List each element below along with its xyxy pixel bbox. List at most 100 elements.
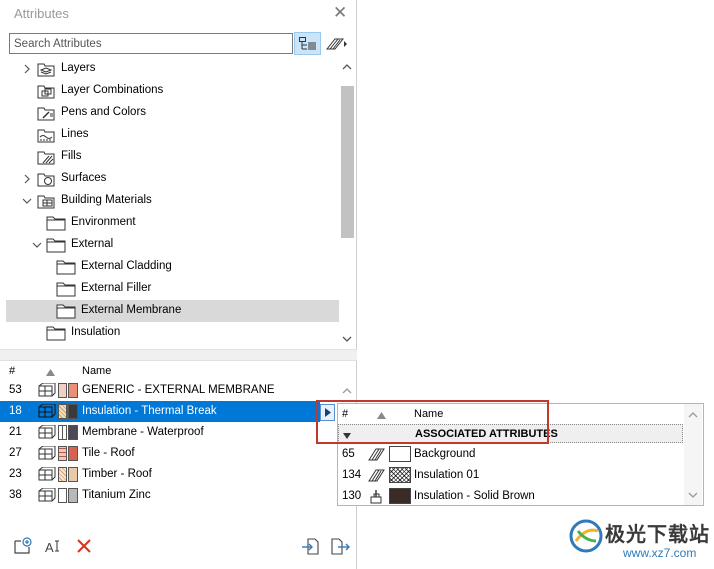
fill-pattern-icon (326, 38, 347, 49)
chevron-right-icon[interactable] (21, 168, 33, 190)
scroll-down-icon[interactable] (687, 490, 699, 502)
list-item[interactable]: 134 Insulation 01 (338, 465, 683, 486)
list-header: # Name (0, 362, 340, 380)
watermark-title: 极光下载站 (605, 522, 710, 546)
scroll-up-icon[interactable] (687, 410, 699, 422)
delete-icon (77, 539, 91, 553)
scrollbar-thumb[interactable] (341, 86, 354, 238)
import-icon (302, 538, 319, 555)
list-item[interactable]: 21 Membrane - Waterproof (0, 422, 320, 443)
fill-view-toggle-button[interactable] (324, 32, 350, 55)
list-item[interactable]: 130 Insulation - Solid Brown (338, 486, 683, 507)
title-bar: Attributes ✕ (0, 0, 357, 28)
tree-item-pens-and-colors[interactable]: Pens and Colors (6, 102, 339, 124)
tree-item-layers[interactable]: Layers (6, 58, 339, 80)
caret-right-icon (324, 408, 331, 417)
item-name: Background (414, 448, 476, 460)
sort-ascending-icon[interactable] (46, 367, 55, 379)
pane-splitter[interactable] (0, 349, 357, 361)
building-material-icon (38, 404, 56, 418)
list-item[interactable]: 65 Background (338, 444, 683, 465)
tree-item-lines[interactable]: Lines (6, 124, 339, 146)
tree-item-label: External Membrane (81, 304, 182, 316)
list-item[interactable]: 53 GENERIC - EXTERNAL MEMBRANE (0, 380, 320, 401)
attributes-panel: Attributes ✕ Search Attributes Layers La… (0, 0, 357, 569)
tree-item-label: Insulation (71, 326, 121, 338)
pens-colors-icon (37, 107, 55, 121)
item-number: 23 (9, 468, 22, 480)
tree-item-surfaces[interactable]: Surfaces (6, 168, 339, 190)
building-material-icon (38, 425, 56, 439)
tree-item-external-membrane[interactable]: External Membrane (6, 300, 339, 322)
tree-item-environment[interactable]: Environment (6, 212, 339, 234)
list-item[interactable]: 23 Timber - Roof (0, 464, 320, 485)
list-item[interactable]: 38 Titanium Zinc (0, 485, 320, 506)
cut-fill-swatch (58, 467, 67, 482)
item-number: 18 (9, 405, 22, 417)
tree-item-external[interactable]: External (6, 234, 339, 256)
column-header-number[interactable]: # (9, 365, 15, 377)
fill-swatch (389, 446, 411, 462)
caret-down-icon[interactable] (343, 430, 351, 442)
building-material-icon (38, 383, 56, 397)
tree-item-building-materials[interactable]: Building Materials (6, 190, 339, 212)
surface-swatch (68, 425, 78, 440)
column-header-name[interactable]: Name (82, 365, 111, 377)
layers-icon (37, 63, 55, 77)
tree-scrollbar[interactable] (339, 58, 355, 348)
material-list: 53 GENERIC - EXTERNAL MEMBRANE 18 Insula… (0, 380, 340, 510)
column-header-name[interactable]: Name (414, 408, 443, 420)
tree-item-layer-combinations[interactable]: Layer Combinations (6, 80, 339, 102)
sort-ascending-icon[interactable] (377, 410, 386, 422)
lines-icon (37, 129, 55, 143)
associated-attributes-popup: # Name ASSOCIATED ATTRIBUTES 65 Backgrou… (337, 403, 704, 506)
item-number: 130 (342, 490, 362, 502)
item-name: Titanium Zinc (82, 489, 151, 501)
tree-item-label: Environment (71, 216, 136, 228)
import-button[interactable] (300, 536, 322, 556)
delete-button[interactable] (73, 536, 95, 556)
surface-swatch (389, 488, 411, 504)
rename-button[interactable]: A (43, 536, 65, 556)
associated-attributes-group[interactable]: ASSOCIATED ATTRIBUTES (338, 424, 683, 443)
folder-icon (56, 282, 76, 297)
scroll-up-icon[interactable] (341, 386, 353, 398)
item-name: Tile - Roof (82, 447, 135, 459)
fill-icon (368, 448, 385, 461)
item-number: 134 (342, 469, 362, 481)
new-attribute-button[interactable] (12, 536, 34, 556)
scroll-up-icon[interactable] (341, 62, 353, 74)
tree-item-fills[interactable]: Fills (6, 146, 339, 168)
tree-item-insulation[interactable]: Insulation (6, 322, 339, 344)
associated-attributes-expand-button[interactable] (320, 404, 335, 421)
scroll-down-icon[interactable] (341, 334, 353, 346)
tree-item-external-cladding[interactable]: External Cladding (6, 256, 339, 278)
item-number: 21 (9, 426, 22, 438)
surface-swatch (68, 383, 78, 398)
surface-icon (370, 490, 382, 504)
chevron-down-icon[interactable] (31, 234, 43, 256)
chevron-right-icon[interactable] (21, 58, 33, 80)
tree-view-toggle-button[interactable] (294, 32, 321, 55)
chevron-down-icon[interactable] (21, 190, 33, 212)
attribute-tree: Layers Layer Combinations Pens and Color… (6, 58, 355, 348)
column-header-number[interactable]: # (342, 408, 348, 420)
group-label: ASSOCIATED ATTRIBUTES (415, 428, 558, 440)
tree-item-label: Lines (61, 128, 89, 140)
search-input[interactable] (9, 33, 293, 54)
list-item[interactable]: 27 Tile - Roof (0, 443, 320, 464)
export-button[interactable] (329, 536, 351, 556)
fills-icon (37, 151, 55, 165)
tree-view-icon (298, 36, 316, 49)
cut-fill-swatch (58, 383, 67, 398)
building-material-icon (38, 467, 56, 481)
watermark-logo-icon (569, 519, 603, 553)
folder-icon (46, 326, 66, 341)
list-item[interactable]: 18 Insulation - Thermal Break (0, 401, 320, 422)
tree-item-external-filler[interactable]: External Filler (6, 278, 339, 300)
close-icon[interactable]: ✕ (333, 3, 347, 23)
cut-fill-swatch (58, 488, 67, 503)
popup-scrollbar[interactable] (684, 404, 702, 505)
item-name: Insulation - Solid Brown (414, 490, 535, 502)
fill-icon (368, 469, 385, 482)
